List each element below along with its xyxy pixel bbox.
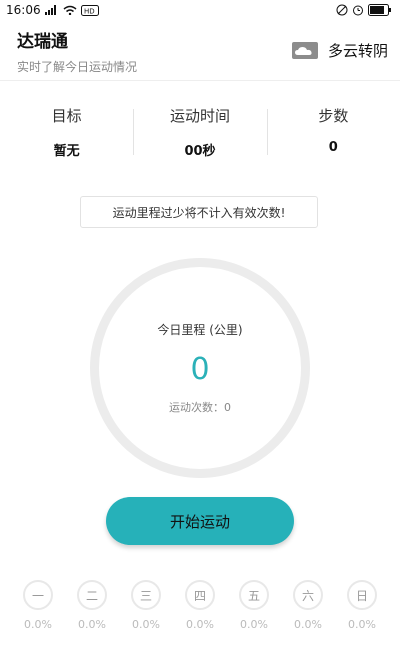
weekday-percent: 0.0% — [132, 618, 160, 631]
hd-icon: HD — [80, 4, 99, 16]
title-block: 达瑞通 实时了解今日运动情况 — [17, 25, 137, 75]
stat-exercise-time: 运动时间 00秒 — [133, 103, 266, 165]
alarm-icon — [352, 4, 364, 16]
weekday-percent: 0.0% — [240, 618, 268, 631]
silent-icon — [336, 4, 348, 16]
weekday-circle: 一 — [23, 580, 53, 610]
stat-value: 00秒 — [184, 144, 216, 159]
exercise-count: 运动次数：0 — [169, 401, 231, 414]
weekday-wednesday[interactable]: 三 0.0% — [128, 580, 164, 631]
weekday-sunday[interactable]: 日 0.0% — [344, 580, 380, 631]
weather-text: 多云转阴 — [327, 41, 388, 60]
app-title: 达瑞通 — [17, 32, 68, 52]
wifi-icon — [63, 5, 77, 15]
notice-banner: 运动里程过少将不计入有效次数! — [80, 196, 318, 228]
stat-steps: 步数 0 — [266, 103, 400, 165]
weekday-percent: 0.0% — [78, 618, 106, 631]
weather-widget: 多云转阴 — [291, 40, 388, 61]
weekday-tuesday[interactable]: 二 0.0% — [74, 580, 110, 631]
weekday-saturday[interactable]: 六 0.0% — [290, 580, 326, 631]
weekday-percent: 0.0% — [24, 618, 52, 631]
svg-text:HD: HD — [84, 7, 95, 15]
weekday-circle: 日 — [347, 580, 377, 610]
distance-value: 0 — [190, 352, 210, 387]
start-exercise-button[interactable]: 开始运动 — [106, 497, 294, 545]
weekday-friday[interactable]: 五 0.0% — [236, 580, 272, 631]
stats-row: 目标 暂无 运动时间 00秒 步数 0 — [0, 103, 400, 165]
weekday-circle: 四 — [185, 580, 215, 610]
stat-goal: 目标 暂无 — [0, 103, 133, 165]
stat-value: 暂无 — [53, 144, 80, 159]
weekday-circle: 二 — [77, 580, 107, 610]
weekday-circle: 三 — [131, 580, 161, 610]
stat-value: 0 — [328, 140, 338, 155]
status-bar: 16:06 HD — [0, 0, 400, 20]
weekday-circle: 五 — [239, 580, 269, 610]
week-progress: 一 0.0% 二 0.0% 三 0.0% 四 0.0% 五 0.0% 六 0.0… — [10, 580, 390, 631]
app-subtitle: 实时了解今日运动情况 — [17, 60, 138, 74]
weekday-percent: 0.0% — [294, 618, 322, 631]
weekday-circle: 六 — [293, 580, 323, 610]
stat-label: 步数 — [318, 107, 349, 125]
weekday-percent: 0.0% — [348, 618, 376, 631]
status-time: 16:06 — [6, 3, 41, 17]
app-header: 达瑞通 实时了解今日运动情况 多云转阴 — [0, 20, 400, 81]
signal-icon — [44, 5, 59, 15]
stat-label: 运动时间 — [169, 107, 230, 125]
weekday-thursday[interactable]: 四 0.0% — [182, 580, 218, 631]
distance-label: 今日里程 (公里) — [157, 323, 243, 337]
weekday-percent: 0.0% — [186, 618, 214, 631]
stat-label: 目标 — [51, 107, 82, 125]
weekday-monday[interactable]: 一 0.0% — [20, 580, 56, 631]
distance-ring: 今日里程 (公里) 0 运动次数：0 — [90, 258, 310, 478]
cloud-icon — [291, 41, 318, 59]
battery-icon — [368, 4, 392, 16]
